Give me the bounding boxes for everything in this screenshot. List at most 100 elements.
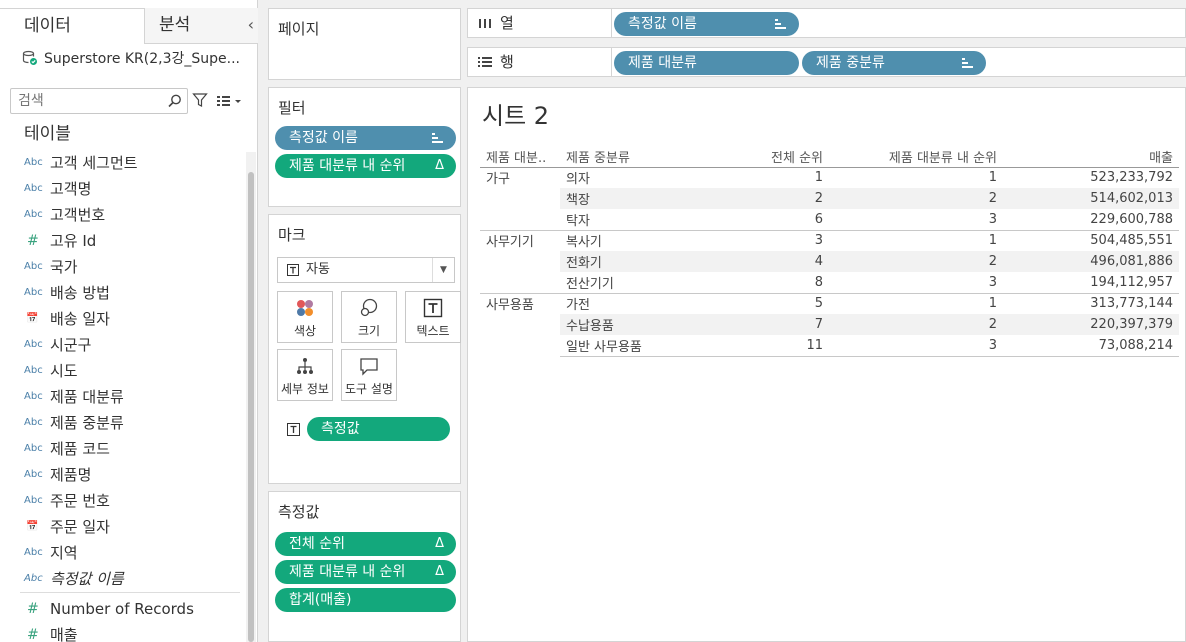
category-cell[interactable]: 사무용품 [480, 292, 560, 356]
columns-pill-label: 측정값 이름 [628, 16, 697, 32]
sales-cell[interactable]: 496,081,886 [1003, 251, 1179, 272]
sheet-title[interactable]: 시트 2 [482, 100, 549, 132]
field-item[interactable]: # 고유 Id [0, 228, 246, 254]
sales-cell[interactable]: 523,233,792 [1003, 166, 1179, 188]
subcategory-cell[interactable]: 의자 [560, 166, 657, 188]
field-item[interactable]: Abc 제품 코드 [0, 436, 246, 462]
rank-within-cell[interactable]: 1 [829, 166, 1003, 188]
filter-pill-measure-names[interactable]: 측정값 이름 [275, 126, 456, 150]
sales-cell[interactable]: 229,600,788 [1003, 209, 1179, 230]
overall-rank-cell[interactable]: 1 [657, 166, 829, 188]
string-type-icon: Abc [24, 365, 43, 376]
view-options-icon[interactable] [216, 92, 244, 108]
filter-funnel-icon[interactable] [192, 92, 208, 108]
rank-within-cell[interactable]: 3 [829, 272, 1003, 293]
detail-button[interactable]: 세부 정보 [277, 349, 333, 401]
subcategory-cell[interactable]: 수납용품 [560, 314, 657, 335]
field-item[interactable]: Abc 제품명 [0, 462, 246, 488]
rows-shelf[interactable]: 행 제품 대분류 제품 중분류 [467, 47, 1186, 77]
pages-shelf[interactable]: 페이지 [268, 8, 461, 80]
table-row: 전산기기 8 3 194,112,957 [480, 272, 1179, 293]
field-item[interactable]: Abc 배송 방법 [0, 280, 246, 306]
rank-within-cell[interactable]: 3 [829, 209, 1003, 230]
field-item[interactable]: Abc 시도 [0, 358, 246, 384]
overall-rank-cell[interactable]: 5 [657, 292, 829, 314]
category-cell[interactable]: 가구 [480, 166, 560, 230]
collapse-pane-icon[interactable]: ‹ [248, 8, 254, 42]
field-item[interactable]: Abc 측정값 이름 [0, 566, 246, 592]
mark-type-dropdown[interactable]: 자동 ▼ [277, 257, 455, 283]
overall-rank-cell[interactable]: 2 [657, 188, 829, 209]
rank-within-cell[interactable]: 2 [829, 188, 1003, 209]
columns-shelf[interactable]: 열 측정값 이름 [467, 8, 1186, 38]
field-item[interactable]: Abc 주문 번호 [0, 488, 246, 514]
field-item[interactable]: 📅 주문 일자 [0, 514, 246, 540]
header-category[interactable]: 제품 대분.. [480, 146, 560, 168]
tab-data[interactable]: 데이터 [0, 8, 145, 44]
color-button[interactable]: 색상 [277, 291, 333, 343]
field-item[interactable]: Abc 제품 중분류 [0, 410, 246, 436]
sales-cell[interactable]: 73,088,214 [1003, 335, 1179, 357]
search-icon[interactable] [167, 93, 183, 109]
field-item[interactable]: Abc 국가 [0, 254, 246, 280]
header-sales[interactable]: 매출 [1003, 146, 1179, 168]
tooltip-bubble-icon [360, 358, 378, 376]
category-cell[interactable]: 사무기기 [480, 229, 560, 293]
worksheet-view: 시트 2 제품 대분.. 제품 중분류 전체 순위 제품 대분류 내 순위 매출… [467, 87, 1186, 642]
text-button[interactable]: 텍스트 [405, 291, 461, 343]
field-item[interactable]: Abc 제품 대분류 [0, 384, 246, 410]
subcategory-cell[interactable]: 책장 [560, 188, 657, 209]
field-item[interactable]: Abc 고객번호 [0, 202, 246, 228]
sales-cell[interactable]: 504,485,551 [1003, 229, 1179, 251]
rank-within-cell[interactable]: 3 [829, 335, 1003, 357]
sales-cell[interactable]: 194,112,957 [1003, 272, 1179, 293]
field-item[interactable]: Abc 지역 [0, 540, 246, 566]
field-item[interactable]: # 매출 [0, 622, 246, 642]
rows-pill-category[interactable]: 제품 대분류 [614, 51, 799, 75]
header-overall-rank[interactable]: 전체 순위 [657, 146, 829, 168]
tooltip-button[interactable]: 도구 설명 [341, 349, 397, 401]
field-item[interactable]: Abc 고객 세그먼트 [0, 150, 246, 176]
subcategory-cell[interactable]: 전산기기 [560, 272, 657, 293]
subcategory-cell[interactable]: 전화기 [560, 251, 657, 272]
overall-rank-cell[interactable]: 4 [657, 251, 829, 272]
field-item[interactable]: # Number of Records [0, 596, 246, 622]
measure-pill-overall-rank[interactable]: 전체 순위 Δ [275, 532, 456, 556]
sales-cell[interactable]: 220,397,379 [1003, 314, 1179, 335]
subcategory-cell[interactable]: 복사기 [560, 229, 657, 251]
measure-pill-sum-sales[interactable]: 합계(매출) [275, 588, 456, 612]
datasource-item[interactable]: Superstore KR(2,3강_Supe... [22, 48, 240, 70]
text-encoding-pill[interactable]: 측정값 [307, 417, 450, 441]
field-list-scrollbar-thumb[interactable] [248, 172, 254, 642]
overall-rank-cell[interactable]: 8 [657, 272, 829, 293]
filter-pill-rank-within-category[interactable]: 제품 대분류 내 순위 Δ [275, 154, 456, 178]
header-rank-within-category[interactable]: 제품 대분류 내 순위 [829, 146, 1003, 168]
field-item[interactable]: Abc 고객명 [0, 176, 246, 202]
sales-cell[interactable]: 514,602,013 [1003, 188, 1179, 209]
filters-shelf[interactable]: 필터 측정값 이름 제품 대분류 내 순위 Δ [268, 87, 461, 207]
rows-pill-subcategory[interactable]: 제품 중분류 [802, 51, 986, 75]
subcategory-cell[interactable]: 일반 사무용품 [560, 335, 657, 357]
tab-analysis[interactable]: 분석 ‹ [145, 8, 258, 44]
rank-within-cell[interactable]: 1 [829, 229, 1003, 251]
columns-pill-measure-names[interactable]: 측정값 이름 [614, 12, 799, 36]
measure-pill-rank-within-category[interactable]: 제품 대분류 내 순위 Δ [275, 560, 456, 584]
overall-rank-cell[interactable]: 11 [657, 335, 829, 357]
field-item[interactable]: 📅 배송 일자 [0, 306, 246, 332]
overall-rank-cell[interactable]: 3 [657, 229, 829, 251]
overall-rank-cell[interactable]: 7 [657, 314, 829, 335]
size-button[interactable]: 크기 [341, 291, 397, 343]
rank-within-cell[interactable]: 1 [829, 292, 1003, 314]
subcategory-cell[interactable]: 탁자 [560, 209, 657, 230]
size-button-label: 크기 [357, 324, 381, 338]
chevron-down-icon[interactable]: ▼ [432, 258, 454, 282]
header-subcategory[interactable]: 제품 중분류 [560, 146, 657, 168]
field-item[interactable]: Abc 시군구 [0, 332, 246, 358]
rank-within-cell[interactable]: 2 [829, 251, 1003, 272]
search-input[interactable] [11, 89, 161, 113]
subcategory-cell[interactable]: 가전 [560, 292, 657, 314]
field-search[interactable] [10, 88, 188, 114]
overall-rank-cell[interactable]: 6 [657, 209, 829, 230]
rank-within-cell[interactable]: 2 [829, 314, 1003, 335]
sales-cell[interactable]: 313,773,144 [1003, 292, 1179, 314]
